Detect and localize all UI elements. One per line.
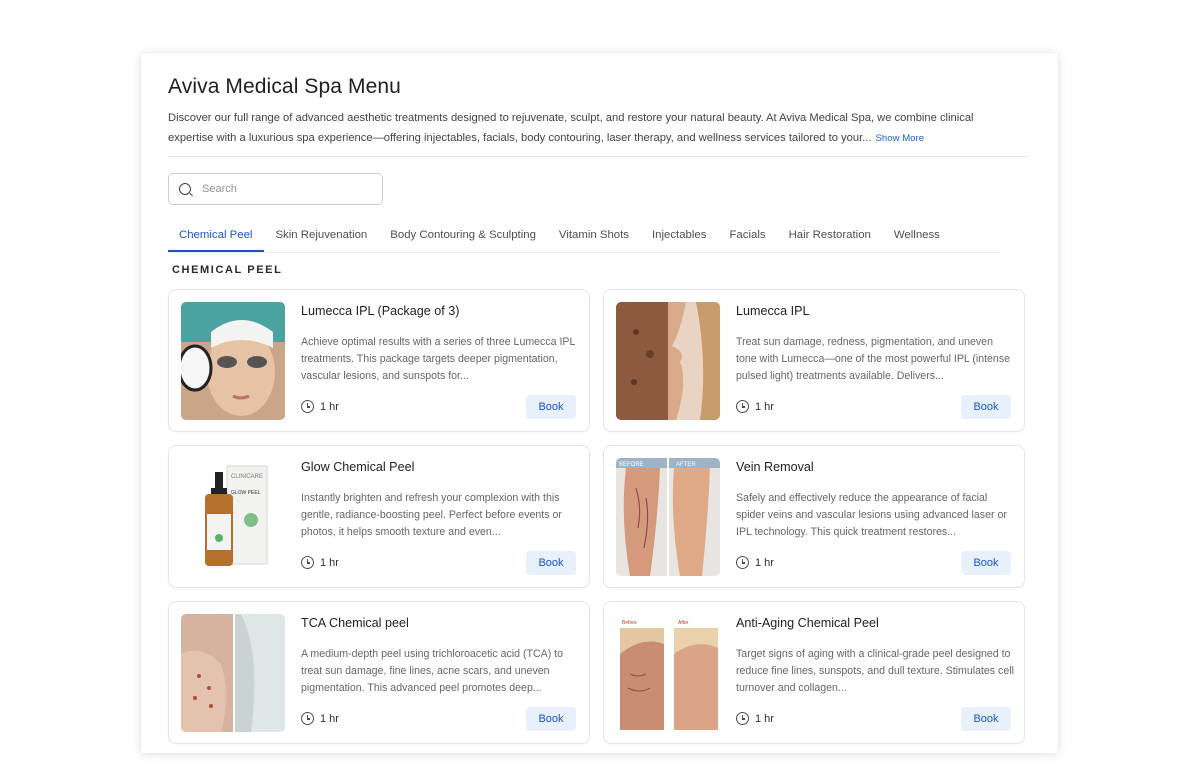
- clock-icon: [736, 556, 749, 569]
- service-title: Lumecca IPL (Package of 3): [301, 304, 460, 318]
- service-description: Treat sun damage, redness, pigmentation,…: [736, 336, 1011, 382]
- duration-text: 1 hr: [755, 400, 774, 413]
- service-title: Lumecca IPL: [736, 304, 810, 318]
- book-button[interactable]: Book: [526, 551, 576, 575]
- service-image: Before After: [616, 614, 720, 732]
- service-duration: 1 hr: [301, 400, 339, 413]
- book-button[interactable]: Book: [961, 395, 1011, 419]
- service-image: [181, 614, 285, 732]
- category-tabs: Chemical Peel Skin Rejuvenation Body Con…: [168, 221, 1000, 253]
- search-icon: [179, 183, 191, 195]
- menu-description-text: Discover our full range of advanced aest…: [168, 112, 974, 144]
- before-label: BEFORE: [619, 462, 644, 468]
- service-image: [181, 302, 285, 420]
- service-title: TCA Chemical peel: [301, 616, 409, 630]
- product-brand-text: CLINICARE: [231, 474, 263, 480]
- show-more-link[interactable]: Show More: [876, 133, 925, 144]
- tab-skin-rejuvenation[interactable]: Skin Rejuvenation: [264, 221, 379, 252]
- tab-vitamin-shots[interactable]: Vitamin Shots: [548, 221, 641, 252]
- clock-icon: [736, 400, 749, 413]
- service-image: CLINICARE GLOW PEEL: [181, 458, 285, 576]
- service-card[interactable]: BEFORE AFTER Vein Removal Safely and eff…: [603, 445, 1025, 588]
- service-title: Anti-Aging Chemical Peel: [736, 616, 879, 630]
- duration-text: 1 hr: [320, 400, 339, 413]
- section-title: CHEMICAL PEEL: [172, 264, 283, 276]
- divider: [168, 156, 1030, 157]
- menu-description: Discover our full range of advanced aest…: [168, 108, 998, 149]
- service-card[interactable]: Lumecca IPL Treat sun damage, redness, p…: [603, 289, 1025, 432]
- spa-menu-panel: Aviva Medical Spa Menu Discover our full…: [141, 53, 1058, 753]
- book-button[interactable]: Book: [961, 551, 1011, 575]
- service-grid: Lumecca IPL (Package of 3) Achieve optim…: [168, 289, 1025, 744]
- tab-wellness[interactable]: Wellness: [883, 221, 952, 252]
- service-description: Instantly brighten and refresh your comp…: [301, 492, 562, 538]
- service-description: Target signs of aging with a clinical-gr…: [736, 648, 1014, 694]
- service-duration: 1 hr: [736, 712, 774, 725]
- service-duration: 1 hr: [736, 556, 774, 569]
- search-box[interactable]: [168, 173, 383, 205]
- page-title: Aviva Medical Spa Menu: [168, 75, 401, 98]
- tab-injectables[interactable]: Injectables: [641, 221, 718, 252]
- service-description: Safely and effectively reduce the appear…: [736, 492, 1007, 538]
- service-image: BEFORE AFTER: [616, 458, 720, 576]
- service-duration: 1 hr: [736, 400, 774, 413]
- before-label: Before: [622, 620, 637, 626]
- duration-text: 1 hr: [320, 556, 339, 569]
- clock-icon: [301, 400, 314, 413]
- service-card[interactable]: Before After Anti-Aging Chemical Peel Ta…: [603, 601, 1025, 744]
- duration-text: 1 hr: [320, 712, 339, 725]
- service-card[interactable]: Lumecca IPL (Package of 3) Achieve optim…: [168, 289, 590, 432]
- after-label: After: [678, 620, 689, 626]
- book-button[interactable]: Book: [526, 395, 576, 419]
- book-button[interactable]: Book: [526, 707, 576, 731]
- service-card[interactable]: TCA Chemical peel A medium-depth peel us…: [168, 601, 590, 744]
- service-duration: 1 hr: [301, 556, 339, 569]
- product-name-text: GLOW PEEL: [231, 490, 261, 496]
- tab-hair-restoration[interactable]: Hair Restoration: [778, 221, 883, 252]
- clock-icon: [301, 556, 314, 569]
- service-duration: 1 hr: [301, 712, 339, 725]
- book-button[interactable]: Book: [961, 707, 1011, 731]
- duration-text: 1 hr: [755, 712, 774, 725]
- service-title: Glow Chemical Peel: [301, 460, 415, 474]
- clock-icon: [736, 712, 749, 725]
- tab-facials[interactable]: Facials: [718, 221, 777, 252]
- duration-text: 1 hr: [755, 556, 774, 569]
- tab-body-contouring-sculpting[interactable]: Body Contouring & Sculpting: [379, 221, 548, 252]
- service-description: A medium-depth peel using trichloroaceti…: [301, 648, 564, 694]
- service-card[interactable]: CLINICARE GLOW PEEL Glow Chemical Peel I…: [168, 445, 590, 588]
- service-image: [616, 302, 720, 420]
- search-input[interactable]: [202, 183, 372, 195]
- clock-icon: [301, 712, 314, 725]
- after-label: AFTER: [676, 462, 696, 468]
- tab-chemical-peel[interactable]: Chemical Peel: [168, 221, 265, 252]
- service-title: Vein Removal: [736, 460, 814, 474]
- service-description: Achieve optimal results with a series of…: [301, 336, 575, 382]
